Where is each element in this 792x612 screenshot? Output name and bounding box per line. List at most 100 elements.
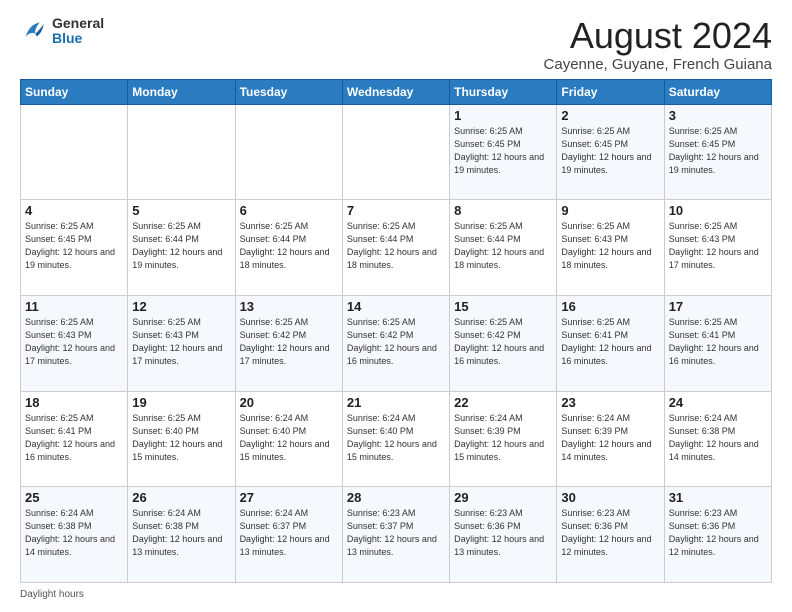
day-cell: 11 Sunrise: 6:25 AM Sunset: 6:43 PM Dayli… <box>21 295 128 391</box>
week-row-1: 1 Sunrise: 6:25 AM Sunset: 6:45 PM Daylig… <box>21 104 772 200</box>
week-row-2: 4 Sunrise: 6:25 AM Sunset: 6:45 PM Daylig… <box>21 200 772 296</box>
logo-text: General Blue <box>52 16 104 47</box>
footer: Daylight hours <box>20 589 772 600</box>
day-info: Sunrise: 6:25 AM Sunset: 6:45 PM Dayligh… <box>25 220 123 272</box>
day-cell: 12Sunrise: 6:25 AM Sunset: 6:43 PM Dayli… <box>128 295 235 391</box>
day-number: 25 <box>25 490 123 505</box>
calendar-table: SundayMondayTuesdayWednesdayThursdayFrid… <box>20 79 772 583</box>
week-row-4: 18 Sunrise: 6:25 AM Sunset: 6:41 PM Dayli… <box>21 391 772 487</box>
calendar-title: August 2024 <box>544 16 772 56</box>
day-info: Sunrise: 6:25 AM Sunset: 6:42 PM Dayligh… <box>240 316 338 368</box>
day-info: Sunrise: 6:24 AM Sunset: 6:38 PM Dayligh… <box>669 412 767 464</box>
day-info: Sunrise: 6:23 AM Sunset: 6:37 PM Dayligh… <box>347 507 445 559</box>
day-number: 5 <box>132 203 230 218</box>
col-header-saturday: Saturday <box>664 79 771 104</box>
day-number: 9 <box>561 203 659 218</box>
day-cell: 1 Sunrise: 6:25 AM Sunset: 6:45 PM Daylig… <box>450 104 557 200</box>
day-info: Sunrise: 6:25 AM Sunset: 6:43 PM Dayligh… <box>669 220 767 272</box>
day-cell: 6 Sunrise: 6:25 AM Sunset: 6:44 PM Daylig… <box>235 200 342 296</box>
day-number: 4 <box>25 203 123 218</box>
col-header-monday: Monday <box>128 79 235 104</box>
day-info: Sunrise: 6:23 AM Sunset: 6:36 PM Dayligh… <box>561 507 659 559</box>
day-cell: 4 Sunrise: 6:25 AM Sunset: 6:45 PM Daylig… <box>21 200 128 296</box>
col-header-sunday: Sunday <box>21 79 128 104</box>
day-number: 21 <box>347 395 445 410</box>
day-number: 30 <box>561 490 659 505</box>
day-cell: 17Sunrise: 6:25 AM Sunset: 6:41 PM Dayli… <box>664 295 771 391</box>
day-number: 19 <box>132 395 230 410</box>
day-info: Sunrise: 6:23 AM Sunset: 6:36 PM Dayligh… <box>454 507 552 559</box>
day-number: 6 <box>240 203 338 218</box>
day-number: 27 <box>240 490 338 505</box>
day-info: Sunrise: 6:24 AM Sunset: 6:37 PM Dayligh… <box>240 507 338 559</box>
day-cell: 3 Sunrise: 6:25 AM Sunset: 6:45 PM Daylig… <box>664 104 771 200</box>
day-number: 11 <box>25 299 123 314</box>
day-info: Sunrise: 6:24 AM Sunset: 6:40 PM Dayligh… <box>347 412 445 464</box>
calendar-subtitle: Cayenne, Guyane, French Guiana <box>544 56 772 73</box>
day-number: 29 <box>454 490 552 505</box>
day-cell <box>235 104 342 200</box>
day-info: Sunrise: 6:25 AM Sunset: 6:42 PM Dayligh… <box>454 316 552 368</box>
day-number: 28 <box>347 490 445 505</box>
day-cell: 16Sunrise: 6:25 AM Sunset: 6:41 PM Dayli… <box>557 295 664 391</box>
col-header-wednesday: Wednesday <box>342 79 449 104</box>
day-info: Sunrise: 6:25 AM Sunset: 6:45 PM Dayligh… <box>669 125 767 177</box>
day-info: Sunrise: 6:25 AM Sunset: 6:44 PM Dayligh… <box>454 220 552 272</box>
day-cell: 22Sunrise: 6:24 AM Sunset: 6:39 PM Dayli… <box>450 391 557 487</box>
week-row-5: 25 Sunrise: 6:24 AM Sunset: 6:38 PM Dayli… <box>21 487 772 583</box>
day-number: 10 <box>669 203 767 218</box>
day-cell: 31Sunrise: 6:23 AM Sunset: 6:36 PM Dayli… <box>664 487 771 583</box>
day-number: 3 <box>669 108 767 123</box>
col-header-tuesday: Tuesday <box>235 79 342 104</box>
col-header-thursday: Thursday <box>450 79 557 104</box>
day-cell: 14 Sunrise: 6:25 AM Sunset: 6:42 PM Dayli… <box>342 295 449 391</box>
day-number: 14 <box>347 299 445 314</box>
col-header-friday: Friday <box>557 79 664 104</box>
day-info: Sunrise: 6:25 AM Sunset: 6:41 PM Dayligh… <box>25 412 123 464</box>
day-number: 24 <box>669 395 767 410</box>
day-info: Sunrise: 6:25 AM Sunset: 6:43 PM Dayligh… <box>561 220 659 272</box>
daylight-label: Daylight hours <box>20 589 84 600</box>
day-cell: 9 Sunrise: 6:25 AM Sunset: 6:43 PM Daylig… <box>557 200 664 296</box>
day-cell: 5 Sunrise: 6:25 AM Sunset: 6:44 PM Daylig… <box>128 200 235 296</box>
day-info: Sunrise: 6:23 AM Sunset: 6:36 PM Dayligh… <box>669 507 767 559</box>
day-info: Sunrise: 6:24 AM Sunset: 6:39 PM Dayligh… <box>561 412 659 464</box>
day-info: Sunrise: 6:25 AM Sunset: 6:42 PM Dayligh… <box>347 316 445 368</box>
logo: General Blue <box>20 16 104 47</box>
day-number: 26 <box>132 490 230 505</box>
day-number: 22 <box>454 395 552 410</box>
day-cell: 27 Sunrise: 6:24 AM Sunset: 6:37 PM Dayli… <box>235 487 342 583</box>
day-info: Sunrise: 6:25 AM Sunset: 6:43 PM Dayligh… <box>25 316 123 368</box>
day-number: 23 <box>561 395 659 410</box>
day-info: Sunrise: 6:24 AM Sunset: 6:40 PM Dayligh… <box>240 412 338 464</box>
day-number: 8 <box>454 203 552 218</box>
title-block: August 2024 Cayenne, Guyane, French Guia… <box>544 16 772 73</box>
page-header: General Blue August 2024 Cayenne, Guyane… <box>20 16 772 73</box>
day-cell: 19Sunrise: 6:25 AM Sunset: 6:40 PM Dayli… <box>128 391 235 487</box>
day-info: Sunrise: 6:25 AM Sunset: 6:44 PM Dayligh… <box>347 220 445 272</box>
day-cell: 20Sunrise: 6:24 AM Sunset: 6:40 PM Dayli… <box>235 391 342 487</box>
day-number: 17 <box>669 299 767 314</box>
day-info: Sunrise: 6:24 AM Sunset: 6:38 PM Dayligh… <box>25 507 123 559</box>
day-info: Sunrise: 6:25 AM Sunset: 6:44 PM Dayligh… <box>132 220 230 272</box>
day-cell: 25 Sunrise: 6:24 AM Sunset: 6:38 PM Dayli… <box>21 487 128 583</box>
day-cell: 7Sunrise: 6:25 AM Sunset: 6:44 PM Daylig… <box>342 200 449 296</box>
day-cell: 30 Sunrise: 6:23 AM Sunset: 6:36 PM Dayli… <box>557 487 664 583</box>
day-cell: 24 Sunrise: 6:24 AM Sunset: 6:38 PM Dayli… <box>664 391 771 487</box>
day-cell: 28 Sunrise: 6:23 AM Sunset: 6:37 PM Dayli… <box>342 487 449 583</box>
day-info: Sunrise: 6:25 AM Sunset: 6:44 PM Dayligh… <box>240 220 338 272</box>
day-info: Sunrise: 6:25 AM Sunset: 6:45 PM Dayligh… <box>454 125 552 177</box>
day-info: Sunrise: 6:25 AM Sunset: 6:45 PM Dayligh… <box>561 125 659 177</box>
day-cell: 8 Sunrise: 6:25 AM Sunset: 6:44 PM Daylig… <box>450 200 557 296</box>
day-number: 1 <box>454 108 552 123</box>
day-cell: 13Sunrise: 6:25 AM Sunset: 6:42 PM Dayli… <box>235 295 342 391</box>
day-number: 18 <box>25 395 123 410</box>
day-cell: 18 Sunrise: 6:25 AM Sunset: 6:41 PM Dayli… <box>21 391 128 487</box>
header-row: SundayMondayTuesdayWednesdayThursdayFrid… <box>21 79 772 104</box>
week-row-3: 11 Sunrise: 6:25 AM Sunset: 6:43 PM Dayli… <box>21 295 772 391</box>
day-cell <box>21 104 128 200</box>
day-cell <box>128 104 235 200</box>
day-cell <box>342 104 449 200</box>
day-cell: 26Sunrise: 6:24 AM Sunset: 6:38 PM Dayli… <box>128 487 235 583</box>
logo-bird-icon <box>20 17 48 45</box>
